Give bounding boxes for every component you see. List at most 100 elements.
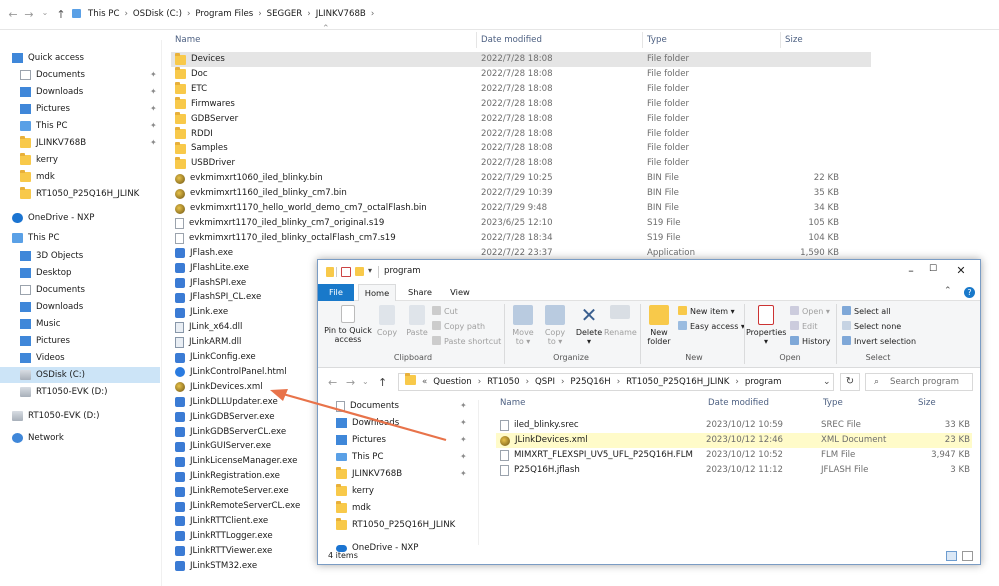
overflow-chevron-icon[interactable]: « xyxy=(422,377,427,387)
file-row[interactable]: JLinkDevices.xml 2023/10/12 12:46 XML Docu… xyxy=(496,433,972,448)
copy-to-button[interactable]: Copy to ▾ xyxy=(540,305,570,346)
nav-item[interactable]: Pictures xyxy=(0,333,160,349)
breadcrumb-item[interactable]: RT1050 xyxy=(487,377,519,387)
forward-arrow-icon[interactable]: → xyxy=(346,376,355,389)
nav-item[interactable]: kerry xyxy=(0,152,160,168)
chevron-right-icon[interactable]: › xyxy=(307,9,310,19)
file-row[interactable]: iled_blinky.srec 2023/10/12 10:59 SREC Fil… xyxy=(496,418,972,433)
address-input[interactable]: « Question › RT1050 › QSPI › P25Q16H › RT1050_P25… xyxy=(398,373,834,391)
nav-item[interactable]: Desktop xyxy=(0,265,160,281)
file-row[interactable]: ETC 2022/7/28 18:08 File folder xyxy=(171,82,871,97)
recent-dropdown-icon[interactable]: ⌄ xyxy=(362,377,369,386)
file-row[interactable]: evkmimxrt1060_iled_blinky.bin 2022/7/29 1… xyxy=(171,171,871,186)
nav-item[interactable]: OSDisk (C:) xyxy=(0,367,160,383)
nav-item[interactable]: kerry xyxy=(336,483,476,499)
nav-item[interactable]: Videos xyxy=(0,350,160,366)
close-icon[interactable]: ✕ xyxy=(950,264,972,280)
chevron-right-icon[interactable]: › xyxy=(735,377,738,387)
tab-view[interactable]: View xyxy=(442,284,478,301)
breadcrumb-item[interactable]: OSDisk (C:) xyxy=(133,9,182,19)
copy-path-button[interactable]: Copy path xyxy=(432,321,485,331)
breadcrumb[interactable]: This PC › OSDisk (C:) › Program Files › SEGGER… xyxy=(88,9,379,19)
large-icons-view-icon[interactable] xyxy=(962,551,973,561)
invert-selection-button[interactable]: Invert selection xyxy=(842,336,916,346)
new-item-button[interactable]: New item ▾ xyxy=(678,306,735,316)
new-folder-button[interactable]: New folder xyxy=(644,305,674,346)
breadcrumb-item[interactable]: RT1050_P25Q16H_JLINK xyxy=(626,377,729,387)
nav-item[interactable]: 3D Objects xyxy=(0,248,160,264)
properties-button[interactable]: Properties ▾ xyxy=(746,305,786,346)
chevron-right-icon[interactable]: › xyxy=(561,377,564,387)
paste-shortcut-button[interactable]: Paste shortcut xyxy=(432,336,501,346)
chevron-right-icon[interactable]: › xyxy=(187,9,190,19)
nav-item[interactable]: Quick access xyxy=(0,50,160,66)
breadcrumb-item[interactable]: Question xyxy=(433,377,471,387)
select-all-button[interactable]: Select all xyxy=(842,306,891,316)
column-name[interactable]: Name xyxy=(175,30,200,50)
file-row[interactable]: Firmwares 2022/7/28 18:08 File folder xyxy=(171,97,871,112)
nav-item[interactable]: Downloads ✦ xyxy=(0,84,160,100)
file-row[interactable]: USBDriver 2022/7/28 18:08 File folder xyxy=(171,156,871,171)
breadcrumb-item[interactable]: This PC xyxy=(88,9,119,19)
customize-toolbar-icon[interactable]: ▾ xyxy=(368,266,372,275)
up-arrow-icon[interactable]: ↑ xyxy=(54,8,68,21)
collapse-ribbon-icon[interactable]: ⌃ xyxy=(944,286,952,296)
nav-item[interactable]: Documents xyxy=(0,282,160,298)
tab-home[interactable]: Home xyxy=(358,284,396,301)
chevron-right-icon[interactable]: › xyxy=(124,9,127,19)
recent-dropdown-icon[interactable]: ⌄ xyxy=(38,8,52,17)
nav-item[interactable]: Documents ✦ xyxy=(336,398,476,414)
history-button[interactable]: History xyxy=(790,336,830,346)
minimize-icon[interactable]: – xyxy=(900,264,922,280)
file-row[interactable]: evkmimxrt1170_iled_blinky_octalFlash_cm7… xyxy=(171,231,871,246)
nav-item[interactable]: Downloads ✦ xyxy=(336,415,476,431)
column-size[interactable]: Size xyxy=(785,30,803,50)
nav-item[interactable]: Music xyxy=(0,316,160,332)
new-folder-quick-icon[interactable] xyxy=(355,267,364,276)
file-row[interactable]: evkmimxrt1160_iled_blinky_cm7.bin 2022/7/… xyxy=(171,186,871,201)
chevron-right-icon[interactable]: › xyxy=(371,9,374,19)
file-row[interactable]: Doc 2022/7/28 18:08 File folder xyxy=(171,67,871,82)
delete-button[interactable]: ✕ Delete ▾ xyxy=(574,305,604,346)
column-date-modified[interactable]: Date modified xyxy=(481,30,542,50)
breadcrumb-item[interactable]: QSPI xyxy=(535,377,555,387)
breadcrumb-item[interactable]: program xyxy=(745,377,782,387)
breadcrumb-item[interactable]: P25Q16H xyxy=(570,377,610,387)
file-row[interactable]: evkmimxrt1170_iled_blinky_cm7_original.s… xyxy=(171,216,871,231)
nav-item[interactable]: JLINKV768B ✦ xyxy=(336,466,476,482)
open-button[interactable]: Open ▾ xyxy=(790,306,830,316)
address-dropdown-icon[interactable]: ⌄ xyxy=(823,377,831,387)
chevron-right-icon[interactable]: › xyxy=(478,377,481,387)
cut-button[interactable]: Cut xyxy=(432,306,458,316)
nav-item[interactable]: This PC xyxy=(0,230,160,246)
nav-item[interactable]: OneDrive - NXP xyxy=(0,210,160,226)
nav-item[interactable]: RT1050-EVK (D:) xyxy=(0,384,160,400)
file-row[interactable]: evkmimxrt1170_hello_world_demo_cm7_octal… xyxy=(171,201,871,216)
rename-button[interactable]: Rename xyxy=(604,305,637,337)
select-none-button[interactable]: Select none xyxy=(842,321,901,331)
chevron-right-icon[interactable]: › xyxy=(526,377,529,387)
breadcrumb-item[interactable]: Program Files xyxy=(195,9,253,19)
breadcrumb-item[interactable]: JLINKV768B xyxy=(316,9,366,19)
file-row[interactable]: GDBServer 2022/7/28 18:08 File folder xyxy=(171,112,871,127)
column-date-modified[interactable]: Date modified xyxy=(708,398,769,408)
column-type[interactable]: Type xyxy=(823,398,843,408)
easy-access-button[interactable]: Easy access ▾ xyxy=(678,321,745,331)
column-name[interactable]: Name xyxy=(500,398,525,408)
file-row[interactable]: P25Q16H.jflash 2023/10/12 11:12 JFLASH Fil… xyxy=(496,463,972,478)
pin-quick-access-button[interactable]: Pin to Quick access xyxy=(322,305,374,344)
chevron-right-icon[interactable]: › xyxy=(617,377,620,387)
up-arrow-icon[interactable]: ↑ xyxy=(378,376,387,389)
help-icon[interactable]: ? xyxy=(964,287,975,298)
breadcrumb-item[interactable]: SEGGER xyxy=(267,9,303,19)
paste-button[interactable]: Paste xyxy=(404,305,430,337)
nav-item[interactable]: Downloads xyxy=(0,299,160,315)
copy-button[interactable]: Copy xyxy=(374,305,400,337)
nav-item[interactable]: mdk xyxy=(336,500,476,516)
nav-item[interactable]: Network xyxy=(0,430,160,446)
move-to-button[interactable]: Move to ▾ xyxy=(508,305,538,346)
search-input[interactable]: Search program xyxy=(865,373,973,391)
nav-item[interactable]: Documents ✦ xyxy=(0,67,160,83)
chevron-right-icon[interactable]: › xyxy=(258,9,261,19)
back-arrow-icon[interactable]: ← xyxy=(6,8,20,21)
